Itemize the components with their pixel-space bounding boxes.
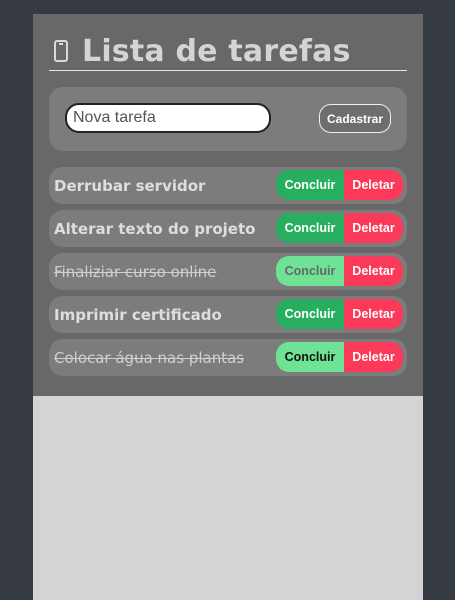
- task-actions: Concluir Deletar: [276, 256, 403, 286]
- conclude-button[interactable]: Concluir: [276, 256, 344, 286]
- page-title: Lista de tarefas: [82, 33, 351, 69]
- conclude-button[interactable]: Concluir: [276, 342, 344, 372]
- task-item: Finaliziar curso online Concluir Deletar: [49, 253, 407, 290]
- task-text: Alterar texto do projeto: [54, 219, 256, 238]
- task-actions: Concluir Deletar: [276, 342, 403, 372]
- task-item: Imprimir certificado Concluir Deletar: [49, 296, 407, 333]
- app-panel: Lista de tarefas Cadastrar Derrubar serv…: [33, 14, 423, 600]
- delete-button[interactable]: Deletar: [344, 256, 403, 286]
- conclude-button[interactable]: Concluir: [276, 213, 344, 243]
- header: Lista de tarefas: [49, 32, 407, 71]
- new-task-input[interactable]: [65, 103, 271, 133]
- todo-card: Lista de tarefas Cadastrar Derrubar serv…: [33, 14, 423, 396]
- conclude-button[interactable]: Concluir: [276, 299, 344, 329]
- task-text: Imprimir certificado: [54, 305, 222, 324]
- task-text: Derrubar servidor: [54, 176, 206, 195]
- phone-icon: [54, 40, 68, 62]
- task-text: Colocar água nas plantas: [54, 348, 245, 367]
- task-item: Colocar água nas plantas Concluir Deleta…: [49, 339, 407, 376]
- task-text: Finaliziar curso online: [54, 262, 217, 281]
- delete-button[interactable]: Deletar: [344, 170, 403, 200]
- delete-button[interactable]: Deletar: [344, 213, 403, 243]
- task-actions: Concluir Deletar: [276, 299, 403, 329]
- add-task-button[interactable]: Cadastrar: [319, 104, 391, 133]
- new-task-form: Cadastrar: [49, 87, 407, 151]
- task-actions: Concluir Deletar: [276, 170, 403, 200]
- delete-button[interactable]: Deletar: [344, 299, 403, 329]
- task-item: Alterar texto do projeto Concluir Deleta…: [49, 210, 407, 247]
- task-actions: Concluir Deletar: [276, 213, 403, 243]
- delete-button[interactable]: Deletar: [344, 342, 403, 372]
- task-item: Derrubar servidor Concluir Deletar: [49, 167, 407, 204]
- task-list: Derrubar servidor Concluir Deletar Alter…: [49, 167, 407, 382]
- conclude-button[interactable]: Concluir: [276, 170, 344, 200]
